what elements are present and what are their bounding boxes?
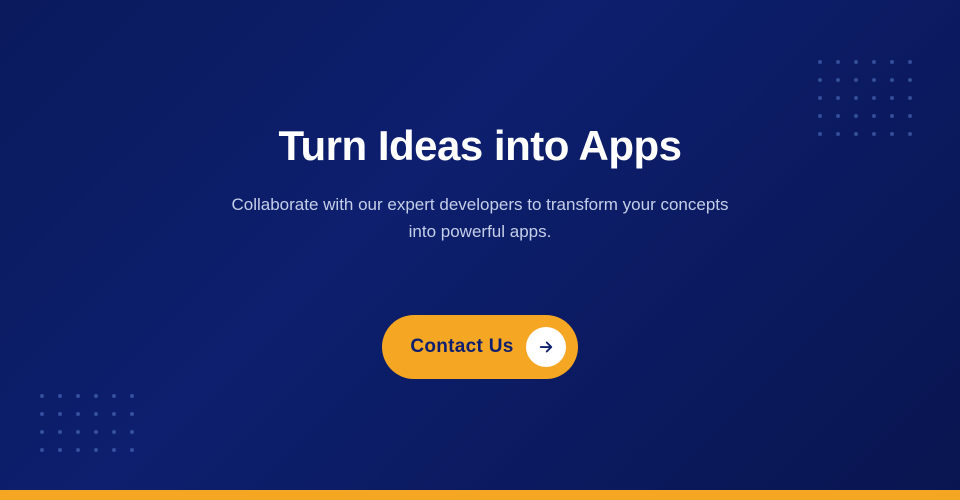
dot: [76, 412, 80, 416]
dot: [890, 96, 894, 100]
dot: [890, 60, 894, 64]
dot: [872, 114, 876, 118]
dot: [40, 430, 44, 434]
dot: [58, 412, 62, 416]
dot: [76, 448, 80, 452]
dot: [40, 394, 44, 398]
dot: [890, 114, 894, 118]
gold-accent-bar: [0, 490, 960, 500]
arrow-icon: [526, 327, 566, 367]
dot: [872, 132, 876, 136]
dot: [130, 394, 134, 398]
dot: [836, 96, 840, 100]
dot: [58, 448, 62, 452]
dot: [836, 60, 840, 64]
dot: [872, 96, 876, 100]
hero-subtext: Collaborate with our expert developers t…: [220, 191, 740, 245]
dot: [94, 430, 98, 434]
dot: [908, 114, 912, 118]
dot: [908, 60, 912, 64]
dot: [872, 78, 876, 82]
dot: [40, 412, 44, 416]
dot: [76, 394, 80, 398]
dot: [130, 412, 134, 416]
dot: [112, 394, 116, 398]
dot: [908, 132, 912, 136]
dot: [818, 60, 822, 64]
dot: [836, 78, 840, 82]
dot: [94, 412, 98, 416]
dot: [836, 114, 840, 118]
dot: [854, 114, 858, 118]
dot: [818, 78, 822, 82]
hero-section: Turn Ideas into Apps Collaborate with ou…: [0, 0, 960, 500]
dot: [854, 60, 858, 64]
dot: [872, 60, 876, 64]
dot: [76, 430, 80, 434]
dot: [818, 114, 822, 118]
dot: [130, 448, 134, 452]
dot: [58, 394, 62, 398]
dot: [854, 78, 858, 82]
dot: [890, 78, 894, 82]
dot: [112, 430, 116, 434]
contact-us-label: Contact Us: [410, 336, 513, 358]
dot: [908, 96, 912, 100]
dot: [112, 448, 116, 452]
dot: [112, 412, 116, 416]
dot: [40, 448, 44, 452]
dot-grid-bottom-left: [40, 394, 142, 460]
dot: [130, 430, 134, 434]
dot: [94, 448, 98, 452]
dot: [58, 430, 62, 434]
dot: [818, 96, 822, 100]
dot: [854, 96, 858, 100]
dot: [908, 78, 912, 82]
contact-us-button[interactable]: Contact Us: [382, 315, 577, 379]
dot: [94, 394, 98, 398]
hero-content: Turn Ideas into Apps Collaborate with ou…: [120, 121, 840, 380]
hero-heading: Turn Ideas into Apps: [278, 121, 681, 171]
dot: [854, 132, 858, 136]
dot: [890, 132, 894, 136]
